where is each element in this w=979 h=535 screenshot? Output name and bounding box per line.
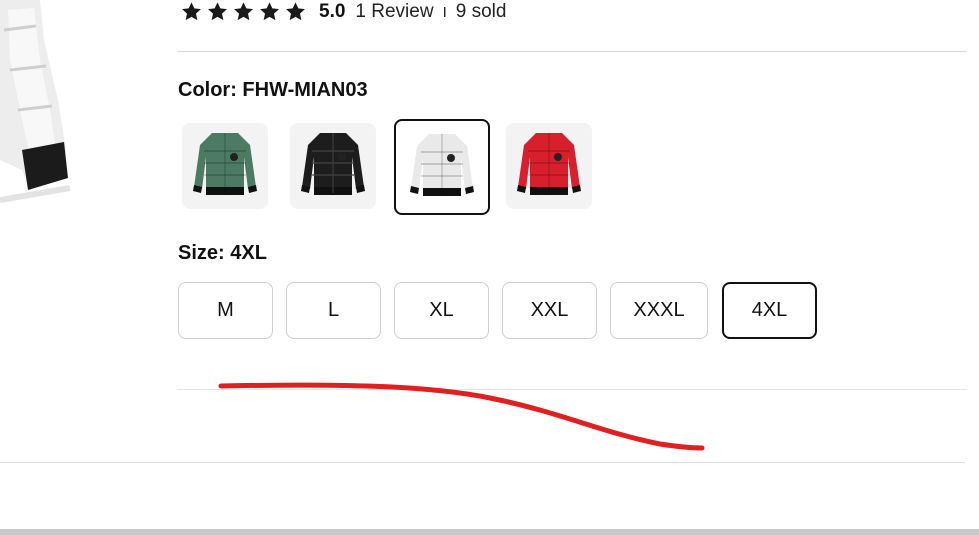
page-bottom-bar (0, 529, 979, 535)
divider-bottom (0, 462, 965, 463)
red-annotation-stroke (218, 382, 705, 451)
